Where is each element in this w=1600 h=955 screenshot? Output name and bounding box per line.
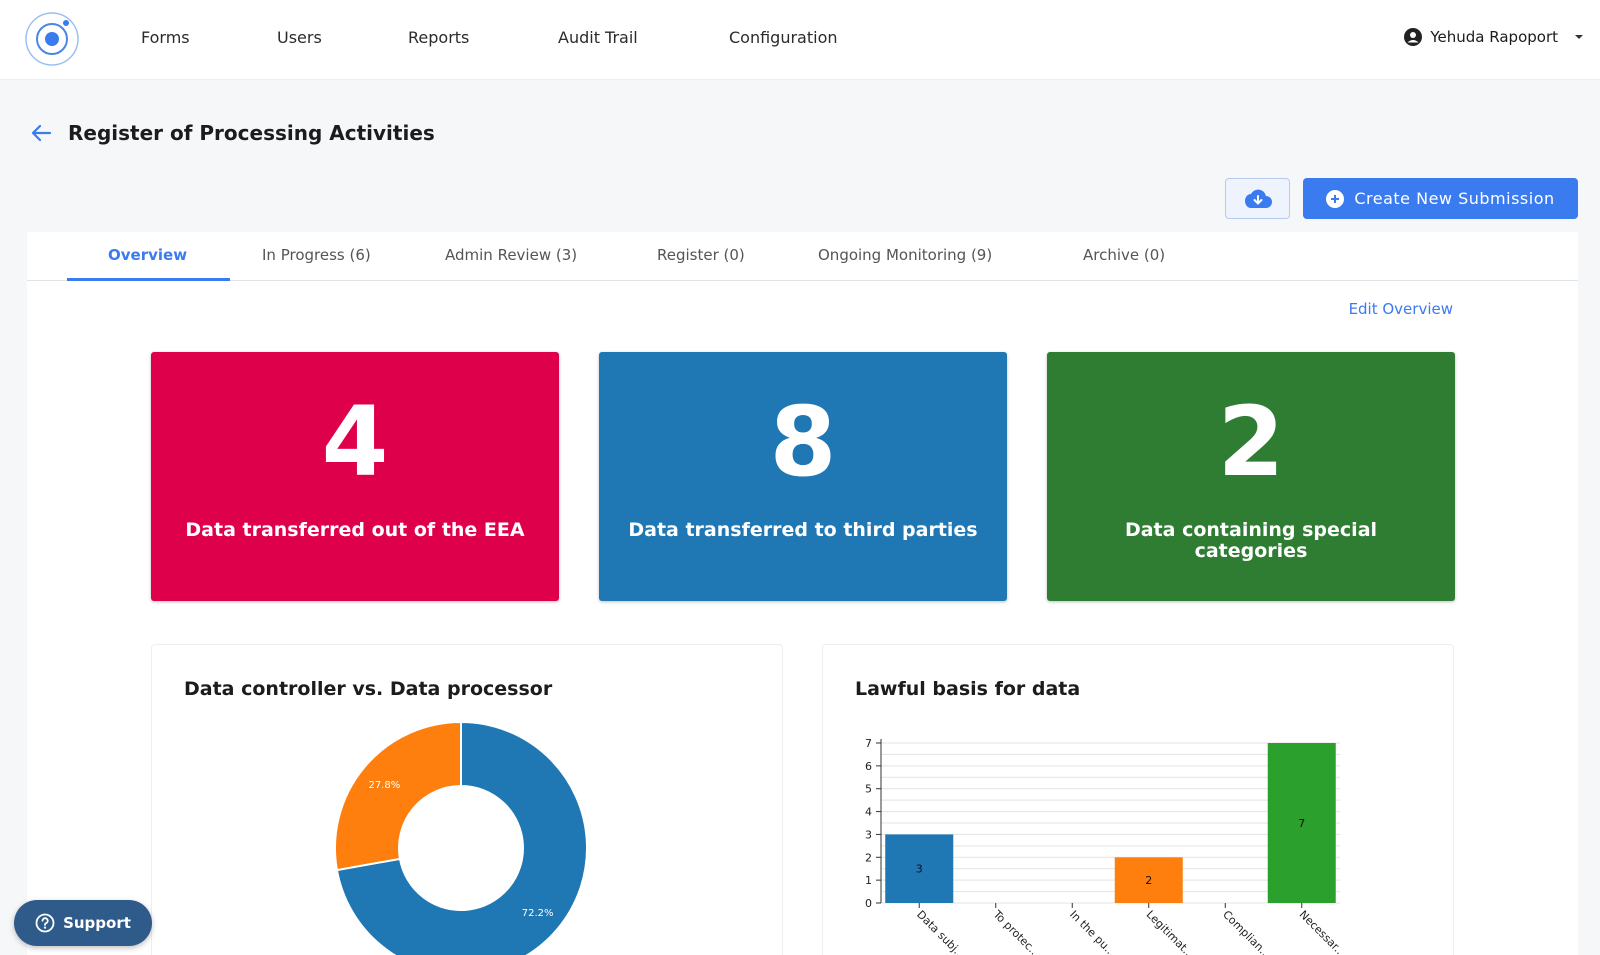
bar-value-label: 3: [916, 863, 923, 876]
help-circle-icon: [35, 913, 55, 933]
y-tick-label: 0: [865, 897, 872, 910]
y-tick-label: 6: [865, 760, 872, 773]
app-logo-icon[interactable]: [24, 9, 82, 67]
x-tick-label: In the pu...: [1067, 908, 1118, 955]
stat-label: Data transferred to third parties: [628, 519, 978, 541]
tab-bar: Overview In Progress (6) Admin Review (3…: [27, 232, 1578, 281]
bar-chart: 0 1 2 3 4 5 6 7 3 Data subj... To protec... In the …: [865, 737, 1349, 955]
download-button[interactable]: [1225, 178, 1290, 219]
tab-in-progress[interactable]: In Progress (6): [262, 246, 371, 264]
x-tick-label: Legitimat...: [1144, 908, 1197, 955]
donut-chart-card: Data controller vs. Data processor 72.2%…: [151, 644, 783, 955]
tab-ongoing-monitoring[interactable]: Ongoing Monitoring (9): [818, 246, 992, 264]
stat-card-special-categories: 2 Data containing special categories: [1047, 352, 1455, 601]
y-tick-label: 5: [865, 783, 872, 796]
user-avatar-icon: [1404, 28, 1423, 46]
y-tick-label: 2: [865, 851, 872, 864]
create-new-submission-button[interactable]: Create New Submission: [1303, 178, 1578, 219]
nav-configuration[interactable]: Configuration: [729, 28, 838, 47]
y-tick-label: 3: [865, 828, 872, 841]
support-button[interactable]: Support: [14, 900, 152, 946]
stat-card-third-parties: 8 Data transferred to third parties: [599, 352, 1007, 601]
bar-value-label: 2: [1145, 874, 1152, 887]
y-tick-label: 1: [865, 874, 872, 887]
donut-slice: [334, 720, 462, 872]
x-tick-label: To protec...: [990, 907, 1043, 955]
x-tick-label: Complian...: [1220, 908, 1273, 955]
stat-value: 4: [321, 386, 389, 498]
stat-card-eea: 4 Data transferred out of the EEA: [151, 352, 559, 601]
page-header: Register of Processing Activities: [28, 120, 435, 146]
back-arrow-icon[interactable]: [28, 120, 54, 146]
support-label: Support: [63, 914, 131, 932]
donut-slice-label: 27.8%: [368, 780, 400, 791]
caret-down-icon: [1575, 35, 1583, 39]
stat-value: 2: [1217, 386, 1285, 498]
nav-reports[interactable]: Reports: [408, 28, 469, 47]
page-title: Register of Processing Activities: [68, 121, 435, 145]
nav-forms[interactable]: Forms: [141, 28, 190, 47]
user-menu[interactable]: Yehuda Rapoport: [1404, 28, 1586, 46]
user-name: Yehuda Rapoport: [1430, 28, 1558, 46]
main-panel: Overview In Progress (6) Admin Review (3…: [27, 232, 1578, 955]
donut-chart: 72.2% 27.8%: [334, 720, 588, 955]
cloud-download-icon: [1244, 189, 1272, 208]
active-tab-indicator: [67, 278, 230, 281]
bar-chart-card: Lawful basis for data 0 1 2 3 4 5 6 7 3 Data subj…: [822, 644, 1454, 955]
plus-circle-icon: [1326, 189, 1345, 208]
tab-register[interactable]: Register (0): [657, 246, 745, 264]
bar-value-label: 7: [1298, 817, 1305, 830]
top-navigation-bar: Forms Users Reports Audit Trail Configur…: [0, 0, 1600, 80]
tab-admin-review[interactable]: Admin Review (3): [445, 246, 577, 264]
donut-slice-label: 72.2%: [522, 908, 554, 919]
create-button-label: Create New Submission: [1354, 189, 1555, 208]
tab-overview[interactable]: Overview: [108, 246, 187, 264]
edit-overview-link[interactable]: Edit Overview: [1349, 300, 1453, 318]
nav-users[interactable]: Users: [277, 28, 322, 47]
x-tick-label: Necessar...: [1297, 908, 1349, 955]
y-tick-label: 7: [865, 737, 872, 750]
stat-label: Data containing special categories: [1124, 519, 1378, 562]
x-tick-label: Data subj...: [914, 908, 968, 955]
stat-label: Data transferred out of the EEA: [185, 519, 525, 541]
nav-audit-trail[interactable]: Audit Trail: [558, 28, 638, 47]
tab-archive[interactable]: Archive (0): [1083, 246, 1165, 264]
stat-value: 8: [769, 386, 837, 498]
y-tick-label: 4: [865, 806, 872, 819]
